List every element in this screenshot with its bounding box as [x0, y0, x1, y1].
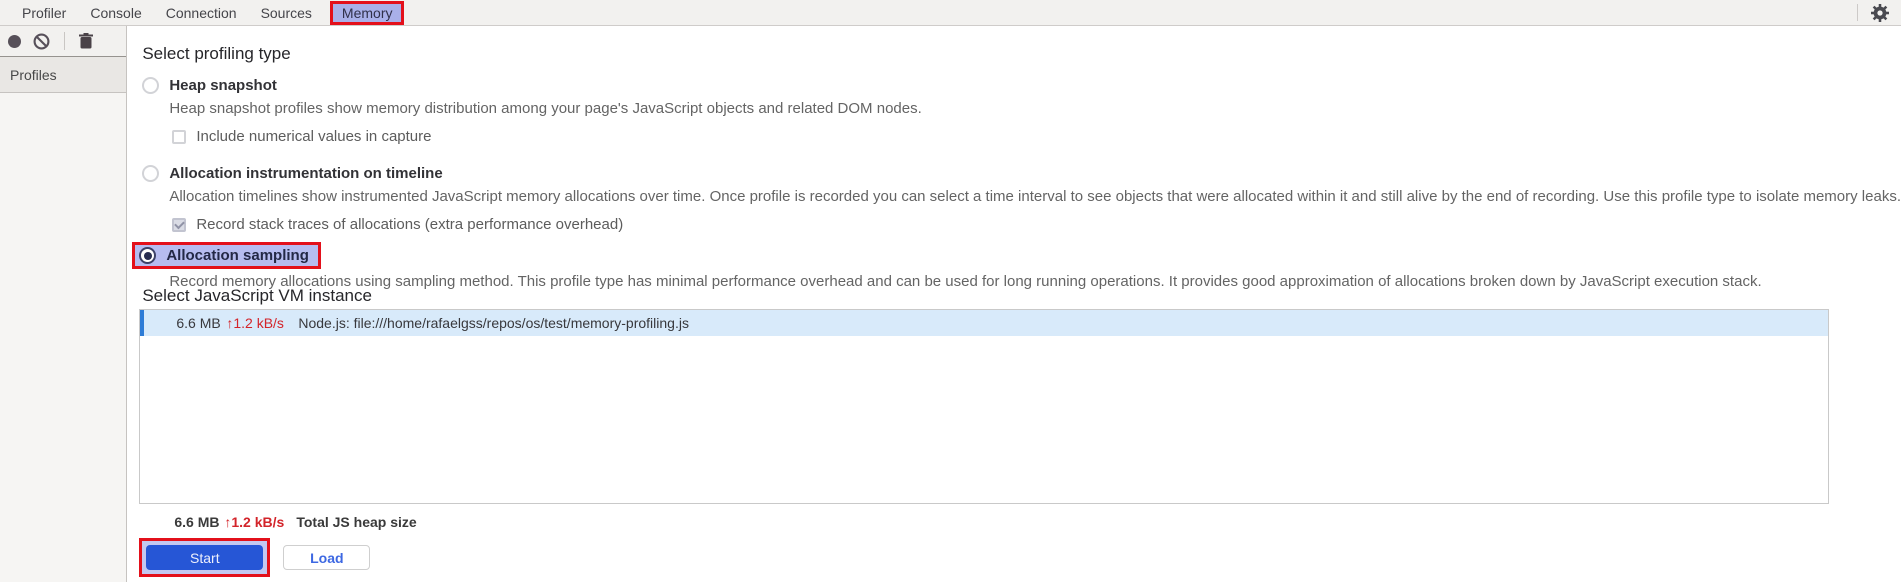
action-buttons: Start Load	[139, 538, 371, 577]
vm-instance-heading: Select JavaScript VM instance	[142, 286, 372, 305]
devtools-tabbar: Profiler Console Connection Sources Memo…	[0, 0, 1901, 26]
allocation-sampling-annotation: Allocation sampling	[132, 242, 321, 269]
checkbox-label: Record stack traces of allocations (extr…	[196, 216, 624, 233]
tab-sources[interactable]: Sources	[249, 2, 324, 24]
radio-allocation-timeline[interactable]: Allocation instrumentation on timeline	[142, 165, 1901, 182]
delete-icon[interactable]	[79, 33, 93, 49]
checkbox-icon[interactable]	[172, 129, 187, 144]
total-heap-rate: ↑1.2 kB/s	[224, 514, 285, 530]
profiles-toolbar	[0, 26, 127, 57]
vm-allocation-rate: ↑1.2 kB/s	[226, 315, 284, 331]
radio-icon[interactable]	[142, 77, 160, 94]
tabbar-separator	[1857, 4, 1858, 21]
record-icon[interactable]	[8, 34, 21, 48]
gear-icon[interactable]	[1871, 3, 1889, 22]
tab-profiler[interactable]: Profiler	[10, 2, 78, 24]
checkbox-record-stack-traces[interactable]: Record stack traces of allocations (extr…	[172, 216, 1901, 233]
vm-instance-name: Node.js: file:///home/rafaelgss/repos/os…	[298, 315, 689, 331]
tab-connection[interactable]: Connection	[154, 2, 249, 24]
tab-console[interactable]: Console	[78, 2, 153, 24]
clear-icon[interactable]	[33, 33, 50, 50]
profiles-section-header: Profiles	[0, 57, 127, 93]
radio-allocation-sampling[interactable]: Allocation sampling	[166, 247, 309, 264]
checkbox-icon[interactable]	[172, 217, 187, 232]
vm-heap-size: 6.6 MB	[176, 315, 221, 331]
toolbar-separator	[64, 32, 65, 50]
radio-heap-snapshot[interactable]: Heap snapshot	[142, 77, 1901, 94]
vm-instance-list[interactable]: 6.6 MB ↑1.2 kB/s Node.js: file:///home/r…	[139, 309, 1830, 504]
radio-label: Allocation instrumentation on timeline	[169, 165, 443, 182]
start-button[interactable]: Start	[146, 545, 264, 570]
radio-label: Heap snapshot	[169, 77, 277, 94]
memory-panel-main: Select profiling type Heap snapshot Heap…	[127, 26, 1901, 582]
load-button[interactable]: Load	[283, 545, 371, 570]
total-heap-size: 6.6 MB	[174, 514, 220, 530]
total-heap-label: Total JS heap size	[296, 514, 417, 530]
heap-snapshot-description: Heap snapshot profiles show memory distr…	[169, 100, 922, 117]
vm-instance-row[interactable]: 6.6 MB ↑1.2 kB/s Node.js: file:///home/r…	[140, 310, 1829, 336]
profiling-type-heading: Select profiling type	[142, 44, 291, 63]
allocation-sampling-description: Record memory allocations using sampling…	[169, 273, 1762, 290]
profiles-sidebar: Profiles	[0, 26, 128, 582]
radio-icon[interactable]	[142, 165, 160, 182]
checkbox-include-numerical-values[interactable]: Include numerical values in capture	[172, 128, 1901, 145]
devtools-body: Profiles Select profiling type Heap snap…	[0, 26, 1901, 582]
tab-memory[interactable]: Memory	[329, 0, 405, 25]
start-button-annotation: Start	[139, 538, 271, 577]
checkbox-label: Include numerical values in capture	[196, 128, 432, 145]
total-heap-summary: 6.6 MB ↑1.2 kB/s Total JS heap size	[174, 514, 416, 530]
allocation-timeline-description: Allocation timelines show instrumented J…	[169, 188, 1901, 205]
radio-icon[interactable]	[139, 247, 157, 264]
